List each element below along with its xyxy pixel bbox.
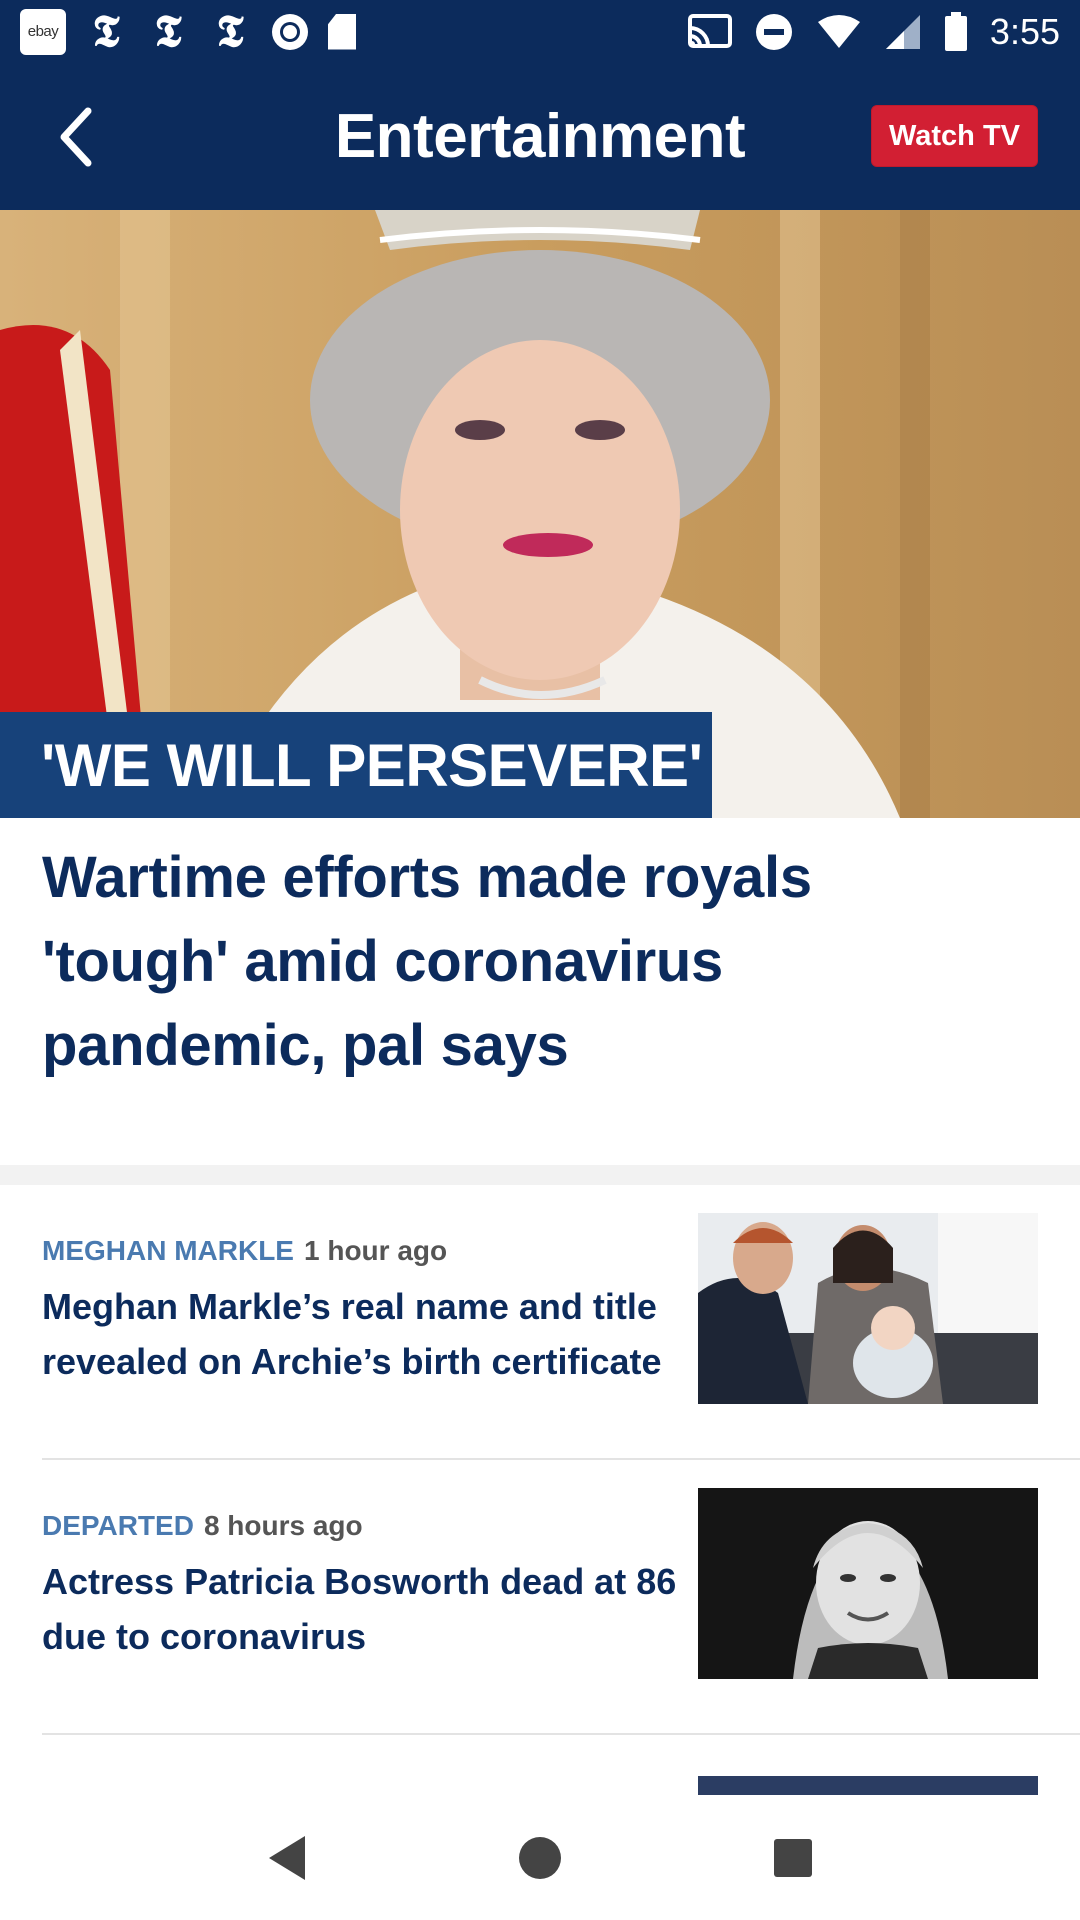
list-divider: [42, 1733, 1080, 1735]
system-icons: 3:55: [687, 10, 1060, 53]
article-photo: [698, 1213, 1038, 1404]
article-thumbnail-partial[interactable]: [698, 1776, 1038, 1795]
record-icon: [272, 13, 308, 50]
notification-icons: ebay 𝕿 𝕿 𝕿: [20, 6, 356, 56]
list-divider: [42, 1458, 1080, 1460]
article-item[interactable]: MEGHAN MARKLE 1 hour ago Meghan Markle’s …: [42, 1213, 1038, 1430]
article-title[interactable]: Meghan Markle’s real name and title reve…: [42, 1279, 682, 1389]
ebay-icon: ebay: [20, 8, 66, 55]
article-time: 1 hour ago: [304, 1235, 448, 1266]
article-thumbnail[interactable]: [698, 1488, 1038, 1679]
clock: 3:55: [989, 10, 1060, 52]
article-meta: MEGHAN MARKLE 1 hour ago: [42, 1235, 447, 1267]
nyt-icon: 𝕿: [154, 6, 182, 56]
article-meta: DEPARTED 8 hours ago: [42, 1510, 363, 1542]
cast-icon: [687, 13, 732, 48]
system-nav-bar: [0, 1795, 1080, 1920]
nav-recents-button[interactable]: [748, 1813, 838, 1903]
article-time: 8 hours ago: [203, 1510, 363, 1541]
article-item[interactable]: DEPARTED 8 hours ago Actress Patricia Bos…: [42, 1488, 1038, 1705]
hero-banner: 'WE WILL PERSEVERE': [0, 712, 712, 818]
nav-home-button[interactable]: [495, 1813, 585, 1903]
recents-square-icon: [774, 1838, 813, 1877]
section-separator: [0, 1165, 1080, 1185]
nyt-icon: 𝕿: [216, 6, 244, 56]
article-photo: [698, 1488, 1038, 1679]
wifi-icon: [817, 14, 860, 48]
status-bar: ebay 𝕿 𝕿 𝕿 3:55: [0, 0, 1080, 63]
home-circle-icon: [518, 1836, 561, 1879]
signal-icon: [885, 14, 920, 49]
article-title[interactable]: Actress Patricia Bosworth dead at 86 due…: [42, 1554, 682, 1664]
do-not-disturb-icon: [755, 13, 792, 50]
article-category[interactable]: MEGHAN MARKLE: [42, 1235, 294, 1266]
hero-image[interactable]: 'WE WILL PERSEVERE': [0, 210, 1080, 818]
article-thumbnail[interactable]: [698, 1213, 1038, 1404]
sd-card-icon: [328, 13, 356, 50]
watch-tv-button[interactable]: Watch TV: [871, 105, 1038, 167]
back-triangle-icon: [268, 1835, 305, 1880]
article-category[interactable]: DEPARTED: [42, 1510, 194, 1541]
nyt-icon: 𝕿: [92, 6, 120, 56]
nav-back-button[interactable]: [242, 1813, 332, 1903]
battery-icon: [944, 11, 967, 51]
hero-banner-text: 'WE WILL PERSEVERE': [41, 731, 703, 799]
app-bar: Entertainment Watch TV: [0, 63, 1080, 210]
hero-headline[interactable]: Wartime efforts made royals 'tough' amid…: [42, 836, 1002, 1088]
